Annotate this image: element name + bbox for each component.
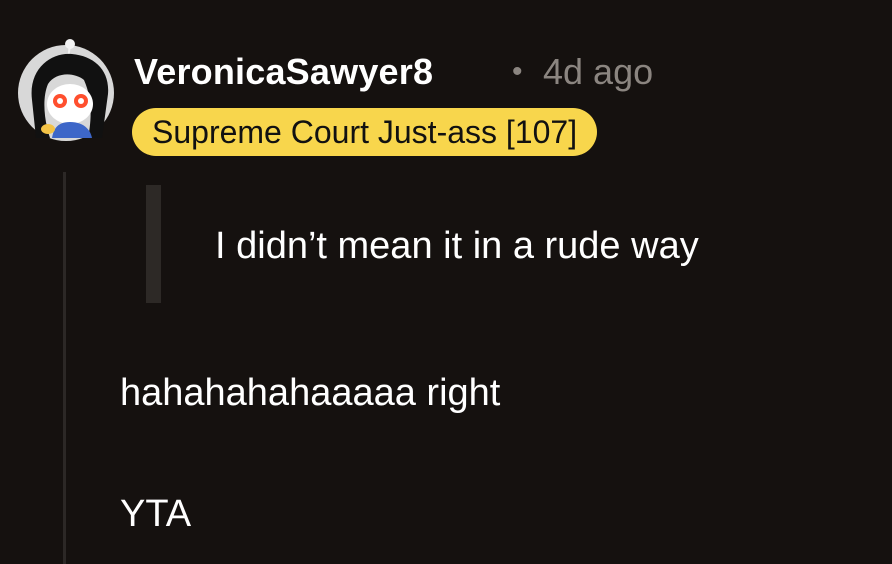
user-flair: Supreme Court Just-ass [107] bbox=[132, 108, 598, 156]
comment-body-line: YTA bbox=[120, 493, 192, 535]
reddit-snoo-avatar-icon bbox=[18, 39, 114, 141]
avatar[interactable] bbox=[14, 38, 118, 142]
quoted-text: I didn’t mean it in a rude way bbox=[215, 225, 699, 267]
quote-bar bbox=[146, 185, 161, 303]
username[interactable]: VeronicaSawyer8 bbox=[134, 50, 433, 94]
comment-body-line: hahahahahaaaaa right bbox=[120, 372, 501, 414]
separator-dot: • bbox=[512, 55, 523, 88]
timestamp[interactable]: 4d ago bbox=[543, 50, 653, 94]
thread-line[interactable] bbox=[63, 172, 66, 564]
